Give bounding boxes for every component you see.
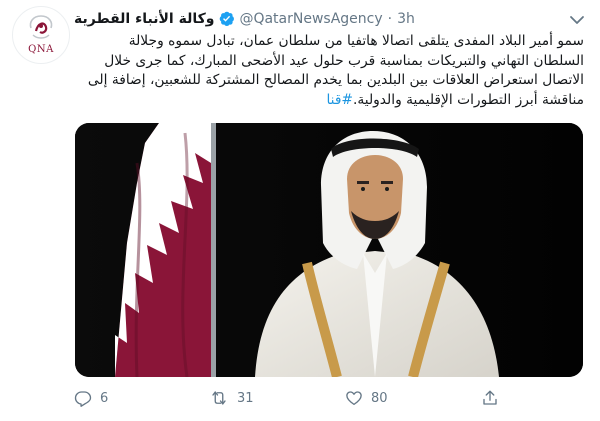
retweet-button[interactable]: 31 bbox=[209, 389, 345, 407]
tweet-photo[interactable] bbox=[75, 123, 583, 377]
author-name[interactable]: وكالة الأنباء القطرية bbox=[74, 11, 214, 27]
hashtag-link[interactable]: #قنا bbox=[326, 92, 353, 108]
heart-icon bbox=[346, 391, 362, 406]
tweet-timestamp[interactable]: 3h bbox=[397, 11, 415, 27]
separator-dot: · bbox=[387, 10, 393, 27]
avatar[interactable]: QNA bbox=[12, 6, 70, 64]
qna-logo-icon bbox=[29, 15, 53, 39]
flag-pole bbox=[211, 123, 216, 377]
avatar-label: QNA bbox=[28, 44, 54, 55]
retweet-icon bbox=[212, 391, 226, 405]
reply-count: 6 bbox=[100, 390, 109, 406]
share-button[interactable] bbox=[481, 389, 499, 407]
like-button[interactable]: 80 bbox=[345, 389, 481, 407]
share-icon bbox=[483, 390, 497, 405]
tweet-text: سمو أمير البلاد المفدى يتلقى اتصالا هاتف… bbox=[74, 32, 584, 110]
tweet[interactable]: QNA وكالة الأنباء القطرية @QatarNewsAgen… bbox=[0, 0, 600, 421]
retweet-count: 31 bbox=[237, 390, 254, 406]
like-count: 80 bbox=[371, 390, 388, 406]
author-handle[interactable]: @QatarNewsAgency bbox=[239, 11, 382, 27]
reply-button[interactable]: 6 bbox=[74, 389, 209, 407]
tweet-actions: 6 31 80 bbox=[74, 389, 499, 407]
chevron-down-icon[interactable] bbox=[568, 12, 586, 26]
verified-badge-icon bbox=[220, 11, 235, 27]
portrait-image bbox=[75, 123, 583, 377]
tweet-header: وكالة الأنباء القطرية @QatarNewsAgency ·… bbox=[74, 10, 415, 27]
reply-icon bbox=[74, 391, 92, 407]
